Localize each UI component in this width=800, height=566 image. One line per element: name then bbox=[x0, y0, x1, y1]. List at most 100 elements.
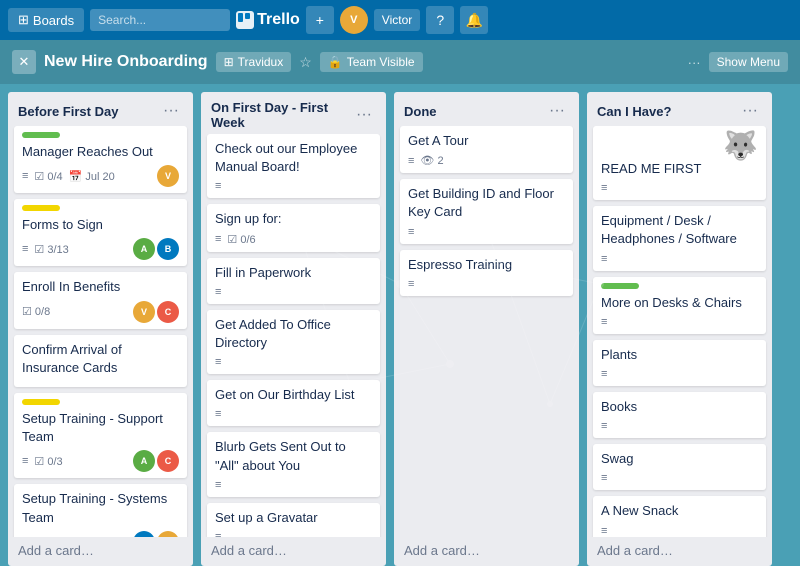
workspace-icon: ⊞ bbox=[224, 55, 234, 69]
add-card-button-col2[interactable]: Add a card… bbox=[201, 537, 386, 566]
user-menu-button[interactable]: Victor bbox=[374, 9, 420, 31]
topbar-right: + V Victor ? 🔔 bbox=[306, 6, 488, 34]
card[interactable]: Books ≡ bbox=[593, 392, 766, 438]
card-footer: ≡☑ 3/13AB bbox=[22, 238, 179, 260]
card-footer: ≡ bbox=[601, 420, 758, 432]
card-title: Swag bbox=[601, 450, 758, 468]
card[interactable]: Confirm Arrival of Insurance Cards bbox=[14, 335, 187, 387]
card-footer: ≡☑ 0/3AC bbox=[22, 450, 179, 472]
card[interactable]: Get Building ID and Floor Key Card≡ bbox=[400, 179, 573, 243]
card[interactable]: Equipment / Desk / Headphones / Software… bbox=[593, 206, 766, 270]
card-badge: ≡ bbox=[601, 472, 607, 484]
card[interactable]: Setup Training - Systems Team≡☑ 0/3BV bbox=[14, 484, 187, 537]
card-avatars: V bbox=[157, 165, 179, 187]
card-badges: ≡☑ 0/6 bbox=[215, 233, 256, 246]
card-title: Enroll In Benefits bbox=[22, 278, 179, 296]
card-label bbox=[22, 205, 60, 211]
card[interactable]: Setup Training - Support Team≡☑ 0/3AC bbox=[14, 393, 187, 478]
card-label bbox=[22, 132, 60, 138]
search-input[interactable] bbox=[90, 9, 230, 31]
column-title-col1: Before First Day bbox=[18, 104, 118, 119]
card-badges: ≡ bbox=[601, 420, 607, 432]
card-title: Manager Reaches Out bbox=[22, 143, 179, 161]
card-badge: ≡ bbox=[215, 286, 221, 298]
add-card-button-col4[interactable]: Add a card… bbox=[587, 537, 772, 566]
card-badges: ≡ bbox=[601, 472, 607, 484]
column-menu-button-col2[interactable]: ··· bbox=[352, 104, 376, 126]
card-badges: ≡ bbox=[601, 525, 607, 537]
card-footer: ≡ bbox=[601, 472, 758, 484]
avatar: V bbox=[133, 301, 155, 323]
card-badges: ≡ bbox=[408, 278, 414, 290]
card-label bbox=[601, 283, 639, 289]
column-col3: Done ··· Get A Tour≡👁 2 Get Building ID and… bbox=[394, 92, 579, 566]
card[interactable]: Sign up for:≡☑ 0/6 bbox=[207, 204, 380, 251]
card-badge: 📅 Jul 20 bbox=[69, 170, 115, 183]
visibility-button[interactable]: 🔒 Team Visible bbox=[320, 52, 423, 72]
card-badge: ☑ 0/6 bbox=[227, 233, 255, 246]
card[interactable]: Espresso Training≡ bbox=[400, 250, 573, 296]
card-footer: ≡ bbox=[601, 525, 758, 537]
show-menu-button[interactable]: Show Menu bbox=[709, 52, 788, 72]
notifications-button[interactable]: 🔔 bbox=[460, 6, 488, 34]
card[interactable]: Get Added To Office Directory≡ bbox=[207, 310, 380, 374]
card-title: Check out our Employee Manual Board! bbox=[215, 140, 372, 176]
column-menu-button-col4[interactable]: ··· bbox=[738, 100, 762, 122]
card-badges: ≡☑ 0/4📅 Jul 20 bbox=[22, 170, 115, 183]
card-badge: ≡ bbox=[215, 356, 221, 368]
column-title-col3: Done bbox=[404, 104, 437, 119]
card[interactable]: Manager Reaches Out≡☑ 0/4📅 Jul 20V bbox=[14, 126, 187, 193]
card-title: Set up a Gravatar bbox=[215, 509, 372, 527]
column-cards-col3: Get A Tour≡👁 2 Get Building ID and Floor … bbox=[394, 126, 579, 537]
card-footer: ≡ bbox=[601, 253, 758, 265]
boards-button[interactable]: ⊞ Boards bbox=[8, 8, 84, 32]
card[interactable]: Forms to Sign ≡☑ 3/13AB bbox=[14, 199, 187, 266]
column-cards-col2: Check out our Employee Manual Board! ≡ Sig… bbox=[201, 134, 386, 537]
card-badge: ☑ 0/8 bbox=[22, 305, 50, 318]
card[interactable]: Plants≡ bbox=[593, 340, 766, 386]
add-card-button-col3[interactable]: Add a card… bbox=[394, 537, 579, 566]
card[interactable]: Get on Our Birthday List≡ bbox=[207, 380, 380, 426]
card[interactable]: Get A Tour≡👁 2 bbox=[400, 126, 573, 173]
card-badge: ≡ bbox=[601, 182, 607, 194]
info-button[interactable]: ? bbox=[426, 6, 454, 34]
card-badges: ≡ bbox=[215, 479, 221, 491]
add-card-button-col1[interactable]: Add a card… bbox=[8, 537, 193, 566]
column-title-col4: Can I Have? bbox=[597, 104, 671, 119]
card-badge: ≡ bbox=[601, 420, 607, 432]
boards-icon: ⊞ bbox=[18, 12, 29, 28]
column-cards-col4: 🐺READ ME FIRST≡Equipment / Desk / Headph… bbox=[587, 126, 772, 537]
card-badges: ≡ bbox=[215, 180, 221, 192]
card-footer: ☑ 0/8VC bbox=[22, 301, 179, 323]
column-menu-button-col3[interactable]: ··· bbox=[545, 100, 569, 122]
card-badge: ≡ bbox=[601, 253, 607, 265]
star-button[interactable]: ☆ bbox=[299, 54, 312, 71]
card-badge: ≡ bbox=[408, 278, 414, 290]
card-footer: ≡ bbox=[215, 479, 372, 491]
card[interactable]: Fill in Paperwork≡ bbox=[207, 258, 380, 304]
card[interactable]: 🐺READ ME FIRST≡ bbox=[593, 126, 766, 200]
column-header-col3: Done ··· bbox=[394, 92, 579, 126]
card-title: More on Desks & Chairs bbox=[601, 294, 758, 312]
card-title: Books bbox=[601, 398, 758, 416]
board-body: Before First Day···Manager Reaches Out≡☑… bbox=[0, 84, 800, 566]
card[interactable]: Enroll In Benefits☑ 0/8VC bbox=[14, 272, 187, 328]
column-header-col1: Before First Day ··· bbox=[8, 92, 193, 126]
card-footer: ≡ bbox=[215, 180, 372, 192]
card-badges: ≡☑ 3/13 bbox=[22, 243, 69, 256]
avatar: A bbox=[133, 450, 155, 472]
card[interactable]: Set up a Gravatar≡ bbox=[207, 503, 380, 537]
card-footer: ≡👁 2 bbox=[408, 154, 565, 167]
card[interactable]: Blurb Gets Sent Out to "All" about You≡ bbox=[207, 432, 380, 496]
add-button[interactable]: + bbox=[306, 6, 334, 34]
card-badge: ☑ 0/4 bbox=[34, 170, 62, 183]
card[interactable]: More on Desks & Chairs≡ bbox=[593, 277, 766, 334]
card[interactable]: Check out our Employee Manual Board! ≡ bbox=[207, 134, 380, 198]
card-title: Get Building ID and Floor Key Card bbox=[408, 185, 565, 221]
workspace-button[interactable]: ⊞ Travidux bbox=[216, 52, 292, 72]
card-title: Forms to Sign bbox=[22, 216, 179, 234]
card[interactable]: Swag ≡ bbox=[593, 444, 766, 490]
column-menu-button-col1[interactable]: ··· bbox=[159, 100, 183, 122]
avatar: C bbox=[157, 450, 179, 472]
card[interactable]: A New Snack≡ bbox=[593, 496, 766, 537]
